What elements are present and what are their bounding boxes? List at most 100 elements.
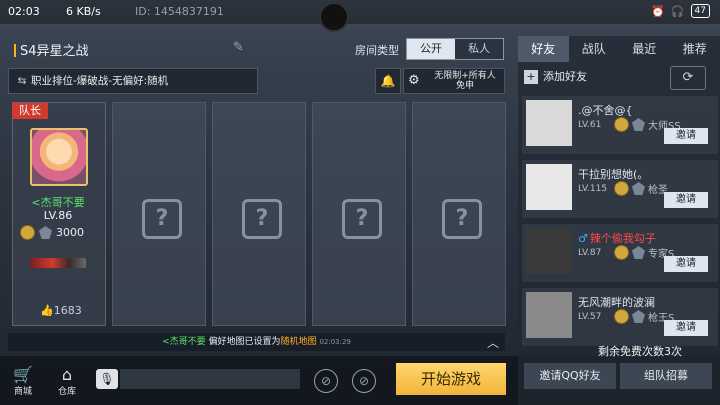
friend-name-text: .@不舍@{: [578, 104, 633, 117]
status-speed: 6 KB/s: [66, 5, 101, 18]
leader-likes-count: 1683: [53, 304, 82, 317]
battery-icon: 47: [690, 4, 710, 18]
friend-row[interactable]: 无风潮畔的波澜 LV.57 枪王S 邀请: [522, 288, 718, 346]
mic-off-icon: ⊘: [320, 374, 332, 388]
friend-row[interactable]: 干拉别想她(。 LV.115 枪圣 邀请: [522, 160, 718, 218]
warehouse-icon: ⌂: [61, 365, 73, 384]
tab-clan[interactable]: 战队: [569, 36, 620, 62]
medal-icon: [614, 309, 629, 324]
team-recruit-button[interactable]: 组队招募: [620, 363, 712, 389]
weapon-icon: [30, 258, 86, 268]
notice-text: 偏好地图已设置为: [208, 337, 281, 347]
friend-name-text: 干拉别想她(。: [578, 168, 649, 181]
leader-level: LV.86: [43, 209, 73, 222]
friend-row[interactable]: .@不舍@{LV.61 大师SS 邀请: [522, 96, 718, 154]
friend-name-text: 辣个偷我勾子: [589, 232, 656, 245]
question-mark-icon: ?: [342, 199, 382, 239]
notice-player-name: <杰哥不要: [162, 337, 206, 347]
refresh-button[interactable]: ⟳: [670, 66, 706, 90]
avatar[interactable]: [30, 128, 88, 186]
system-notice: <杰哥不要 偏好地图已设置为随机地图 02:03:29: [8, 333, 505, 351]
warehouse-button[interactable]: ⌂ 仓库: [54, 365, 80, 398]
edit-icon[interactable]: ✎: [233, 40, 249, 55]
avatar[interactable]: [526, 292, 572, 338]
invite-button[interactable]: 邀请: [664, 256, 708, 272]
user-id: ID: 1454837191: [135, 5, 224, 18]
notice-map: 随机地图: [280, 337, 317, 347]
room-title: S4异星之战: [14, 40, 89, 59]
room-title-text: S4异星之战: [20, 44, 89, 59]
male-icon: ♂: [578, 232, 588, 245]
camera-cutout: [319, 2, 349, 32]
rank-icon: [632, 118, 645, 131]
room-settings-line2: 免申: [455, 81, 474, 91]
notification-bell-button[interactable]: 🔔: [375, 68, 401, 94]
alarm-icon: ⏰: [651, 4, 665, 18]
avatar[interactable]: [526, 100, 572, 146]
question-mark-icon: ?: [242, 199, 282, 239]
room-settings-text: 无限制+所有人 免申: [428, 71, 502, 91]
room-type-private[interactable]: 私人: [455, 39, 503, 59]
shop-button[interactable]: 🛒 商城: [10, 365, 36, 398]
title-accent: [14, 44, 16, 57]
friend-name: 干拉别想她(。: [578, 166, 648, 182]
medal-icon: [20, 225, 35, 240]
rank-icon: [632, 310, 645, 323]
speaker-mute-button[interactable]: ⊘: [352, 369, 376, 393]
bell-icon: 🔔: [380, 74, 396, 88]
medal-icon: [614, 245, 629, 260]
invite-button[interactable]: 邀请: [664, 320, 708, 336]
invite-button[interactable]: 邀请: [664, 128, 708, 144]
swap-icon: ⇆: [17, 75, 27, 87]
leader-name: <杰哥不要: [31, 196, 85, 209]
room-type-public[interactable]: 公开: [407, 39, 455, 59]
avatar[interactable]: [526, 228, 572, 274]
friend-level: LV.61: [578, 120, 602, 130]
warehouse-label: 仓库: [57, 387, 76, 397]
invite-qq-button[interactable]: 邀请QQ好友: [524, 363, 616, 389]
room-settings-button[interactable]: ⚙ 无限制+所有人 免申: [403, 68, 505, 94]
shop-label: 商城: [13, 387, 32, 397]
microphone-button[interactable]: 🎙: [96, 369, 118, 389]
friend-rank: 枪圣: [614, 181, 668, 196]
room-settings-line1: 无限制+所有人: [434, 71, 496, 81]
friend-name: .@不舍@{: [578, 102, 633, 118]
leader-likes: 👍1683: [40, 304, 82, 317]
status-bar: 02:03 6 KB/s ID: 1454837191 ⏰ 🎧 47: [0, 0, 720, 32]
medal-icon: [614, 181, 629, 196]
headphones-icon: 🎧: [670, 4, 685, 18]
voice-mute-button[interactable]: ⊘: [314, 369, 338, 393]
chevron-up-icon[interactable]: ︿: [487, 334, 499, 351]
friend-row[interactable]: ♂ 辣个偷我勾子 LV.87 专家S 邀请: [522, 224, 718, 282]
tab-recommended[interactable]: 推荐: [670, 36, 720, 62]
invite-button[interactable]: 邀请: [664, 192, 708, 208]
tab-friends[interactable]: 好友: [518, 36, 569, 62]
status-icons: ⏰ 🎧 47: [651, 4, 710, 18]
avatar[interactable]: [526, 164, 572, 210]
plus-icon: +: [524, 70, 538, 84]
rank-icon: [632, 182, 645, 195]
add-friend-label: 添加好友: [543, 70, 587, 83]
chat-input[interactable]: [120, 369, 300, 389]
status-time: 02:03: [8, 5, 40, 18]
tab-recent[interactable]: 最近: [619, 36, 670, 62]
speaker-off-icon: ⊘: [358, 374, 370, 388]
leader-badge: 队长: [12, 103, 48, 119]
game-mode-selector[interactable]: ⇆ 职业排位-爆破战-无偏好:随机: [8, 68, 258, 94]
friend-level: LV.115: [578, 184, 608, 194]
team-slot-empty[interactable]: ?: [112, 102, 206, 326]
cart-icon: 🛒: [13, 365, 33, 384]
team-slot-empty[interactable]: ?: [412, 102, 506, 326]
rank-icon: [632, 246, 645, 259]
team-slot-empty[interactable]: ?: [312, 102, 406, 326]
friend-level: LV.87: [578, 248, 602, 258]
start-game-button[interactable]: 开始游戏: [396, 363, 506, 395]
room-type-toggle[interactable]: 公开 私人: [406, 38, 504, 60]
medal-icon: [614, 117, 629, 132]
add-friend-button[interactable]: + 添加好友: [524, 67, 674, 87]
game-mode-text: 职业排位-爆破战-无偏好:随机: [31, 75, 169, 87]
team-slot-empty[interactable]: ?: [212, 102, 306, 326]
friend-name-text: 无风潮畔的波澜: [578, 296, 655, 309]
friend-name: 无风潮畔的波澜: [578, 294, 655, 310]
microphone-icon: 🎙: [99, 372, 115, 386]
